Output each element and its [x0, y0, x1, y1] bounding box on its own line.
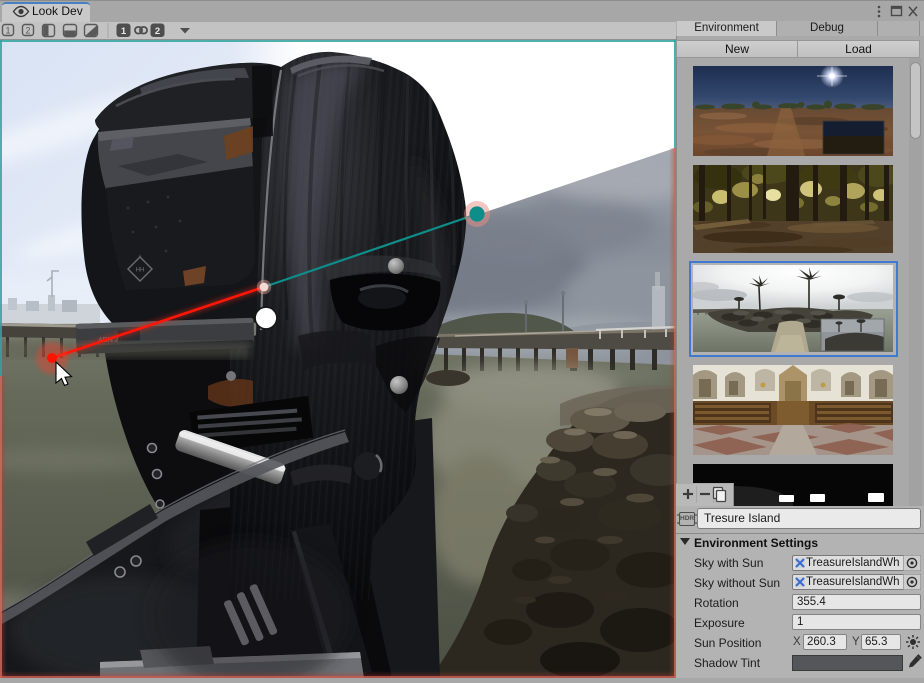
svg-text:2: 2 — [155, 26, 160, 37]
svg-text:1: 1 — [121, 26, 127, 37]
svg-text:HH: HH — [136, 268, 145, 274]
svg-text:2: 2 — [25, 26, 30, 36]
svg-text:1: 1 — [5, 26, 10, 36]
